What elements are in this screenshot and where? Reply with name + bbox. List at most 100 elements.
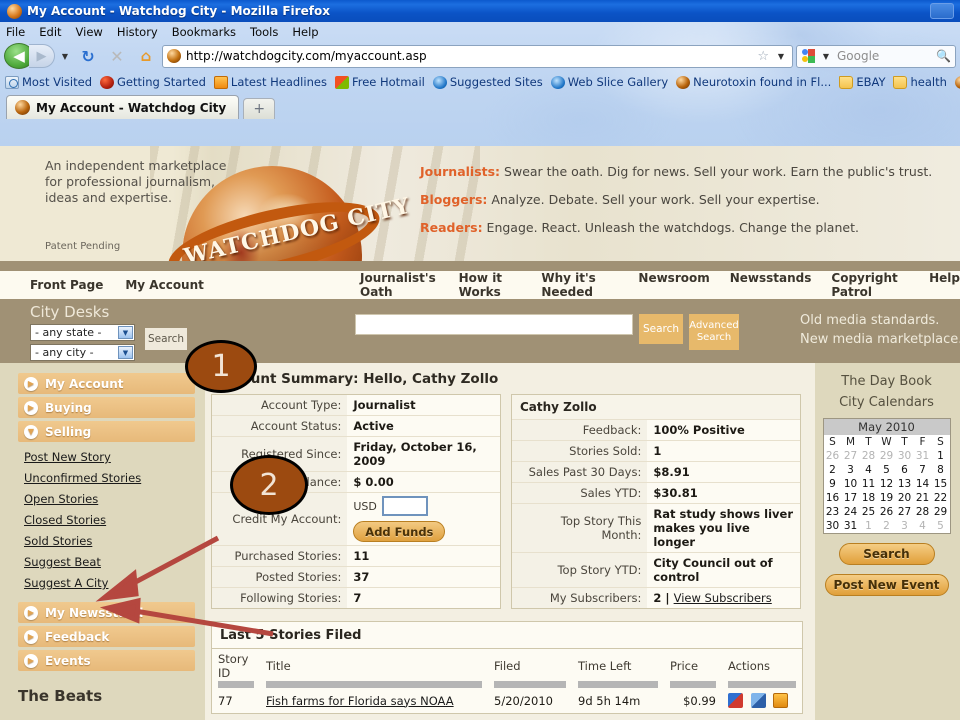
menu-help[interactable]: Help — [292, 25, 318, 39]
reload-icon[interactable]: ↻ — [75, 44, 101, 68]
calendar-day[interactable]: 12 — [878, 477, 896, 491]
calendar-day[interactable]: 23 — [824, 505, 842, 519]
state-select[interactable]: - any state - ▼ — [30, 324, 135, 341]
nav-front-page[interactable]: Front Page — [30, 278, 103, 292]
calendar-day[interactable]: 30 — [896, 449, 914, 463]
window-controls[interactable] — [930, 3, 956, 19]
post-new-event-button[interactable]: Post New Event — [824, 574, 949, 596]
calendar-widget[interactable]: May 2010 S M T W T F S 26 27 28 29 30 31 1 2 3 4 5… — [822, 418, 951, 534]
url-dropdown-icon[interactable]: ▼ — [774, 45, 788, 67]
sidebar-link-suggest-beat[interactable]: Suggest Beat — [24, 555, 195, 569]
calendar-day[interactable]: 20 — [896, 491, 914, 505]
calendar-day[interactable]: 26 — [878, 505, 896, 519]
credit-amount-input[interactable] — [381, 496, 428, 516]
nav-my-account[interactable]: My Account — [125, 278, 204, 292]
home-icon[interactable]: ⌂ — [133, 44, 159, 68]
sidebar-item-events[interactable]: ▶ Events — [18, 650, 195, 671]
calendar-day[interactable]: 8 — [932, 463, 950, 477]
calendar-day[interactable]: 13 — [896, 477, 914, 491]
calendar-day[interactable]: 21 — [914, 491, 932, 505]
search-engine-dropdown-icon[interactable]: ▼ — [819, 45, 833, 67]
calendar-day[interactable]: 5 — [878, 463, 896, 477]
menu-bookmarks[interactable]: Bookmarks — [172, 25, 236, 39]
bookmark-folder-ebay[interactable]: EBAY — [839, 75, 885, 89]
sidebar-link-unconfirmed-stories[interactable]: Unconfirmed Stories — [24, 471, 195, 485]
menu-bar[interactable]: File Edit View History Bookmarks Tools H… — [0, 22, 960, 41]
calendar-day[interactable]: 31 — [914, 449, 932, 463]
sidebar-item-selling[interactable]: ▼ Selling — [18, 421, 195, 442]
calendar-day[interactable]: 5 — [932, 519, 950, 533]
search-magnifier-icon[interactable]: 🔍 — [936, 49, 951, 63]
tab-my-account[interactable]: My Account - Watchdog City — [6, 95, 240, 119]
new-tab-button[interactable]: + — [243, 98, 276, 119]
calendar-day[interactable]: 2 — [824, 463, 842, 477]
bookmark-free-hotmail[interactable]: Free Hotmail — [334, 75, 425, 89]
calendar-day[interactable]: 29 — [932, 505, 950, 519]
nav-why-its-needed[interactable]: Why it's Needed — [541, 271, 618, 299]
menu-view[interactable]: View — [76, 25, 103, 39]
menu-tools[interactable]: Tools — [250, 25, 278, 39]
calendar-day[interactable]: 4 — [860, 463, 878, 477]
calendar-day[interactable]: 9 — [824, 477, 842, 491]
site-search-button[interactable]: Search — [639, 314, 683, 344]
calendar-day[interactable]: 14 — [914, 477, 932, 491]
chevron-down-icon[interactable]: ▼ — [118, 326, 133, 339]
bookmark-suggested-sites[interactable]: Suggested Sites — [432, 75, 543, 89]
edit-icon[interactable] — [750, 693, 766, 708]
add-funds-button[interactable]: Add Funds — [353, 521, 446, 542]
menu-file[interactable]: File — [6, 25, 25, 39]
calendar-day[interactable]: 30 — [824, 519, 842, 533]
calendar-day[interactable]: 27 — [896, 505, 914, 519]
lock-icon[interactable] — [773, 693, 789, 708]
bookmark-folder-health[interactable]: health — [893, 75, 947, 89]
calendar-day[interactable]: 6 — [896, 463, 914, 477]
calendar-day[interactable]: 3 — [842, 463, 860, 477]
calendar-day[interactable]: 31 — [842, 519, 860, 533]
sidebar-link-sold-stories[interactable]: Sold Stories — [24, 534, 195, 548]
site-search-input[interactable] — [355, 314, 633, 335]
nav-help[interactable]: Help — [929, 271, 960, 299]
nav-newsroom[interactable]: Newsroom — [638, 271, 709, 299]
calendar-day[interactable]: 18 — [860, 491, 878, 505]
calendar-day[interactable]: 19 — [878, 491, 896, 505]
forward-button[interactable]: ▶ — [29, 44, 55, 68]
sidebar-link-open-stories[interactable]: Open Stories — [24, 492, 195, 506]
menu-edit[interactable]: Edit — [39, 25, 61, 39]
bookmark-most-visited[interactable]: Most Visited — [5, 75, 92, 89]
sidebar-item-feedback[interactable]: ▶ Feedback — [18, 626, 195, 647]
nav-copyright-patrol[interactable]: Copyright Patrol — [831, 271, 909, 299]
calendar-day[interactable]: 25 — [860, 505, 878, 519]
preview-icon[interactable] — [728, 693, 743, 708]
url-bar[interactable]: http://watchdogcity.com/myaccount.asp ☆ … — [162, 44, 793, 68]
nav-how-it-works[interactable]: How it Works — [459, 271, 522, 299]
calendar-day[interactable]: 7 — [914, 463, 932, 477]
bookmark-universal-terms[interactable]: Universal Terms of — [954, 75, 960, 89]
watchdog-city-logo[interactable]: WATCHDOG CITY — [160, 146, 413, 261]
bookmark-star-icon[interactable]: ☆ — [757, 49, 769, 64]
minimize-button[interactable] — [930, 3, 954, 19]
calendar-day[interactable]: 28 — [860, 449, 878, 463]
calendar-day[interactable]: 22 — [932, 491, 950, 505]
history-dropdown-icon[interactable]: ▼ — [58, 45, 72, 67]
calendar-day[interactable]: 28 — [914, 505, 932, 519]
calendar-day[interactable]: 2 — [878, 519, 896, 533]
bookmark-getting-started[interactable]: Getting Started — [100, 75, 206, 89]
story-title-link[interactable]: Fish farms for Florida says NOAA — [266, 694, 454, 708]
calendar-search-button[interactable]: Search — [838, 543, 935, 565]
calendar-day[interactable]: 26 — [824, 449, 842, 463]
calendar-day[interactable]: 17 — [842, 491, 860, 505]
bookmark-web-slice-gallery[interactable]: Web Slice Gallery — [550, 75, 668, 89]
calendar-day[interactable]: 16 — [824, 491, 842, 505]
calendar-day[interactable]: 4 — [914, 519, 932, 533]
city-select[interactable]: - any city - ▼ — [30, 344, 135, 361]
search-bar[interactable]: ▼ Google 🔍 — [796, 44, 956, 68]
advanced-search-button[interactable]: Advanced Search — [689, 314, 739, 350]
sidebar-link-suggest-a-city[interactable]: Suggest A City — [24, 576, 195, 590]
sidebar-link-post-new-story[interactable]: Post New Story — [24, 450, 195, 464]
nav-newsstands[interactable]: Newsstands — [730, 271, 812, 299]
calendar-day[interactable]: 10 — [842, 477, 860, 491]
bookmark-neurotoxin[interactable]: Neurotoxin found in Fl... — [676, 75, 831, 89]
calendar-day[interactable]: 29 — [878, 449, 896, 463]
calendar-day[interactable]: 24 — [842, 505, 860, 519]
view-subscribers-link[interactable]: View Subscribers — [674, 591, 772, 605]
